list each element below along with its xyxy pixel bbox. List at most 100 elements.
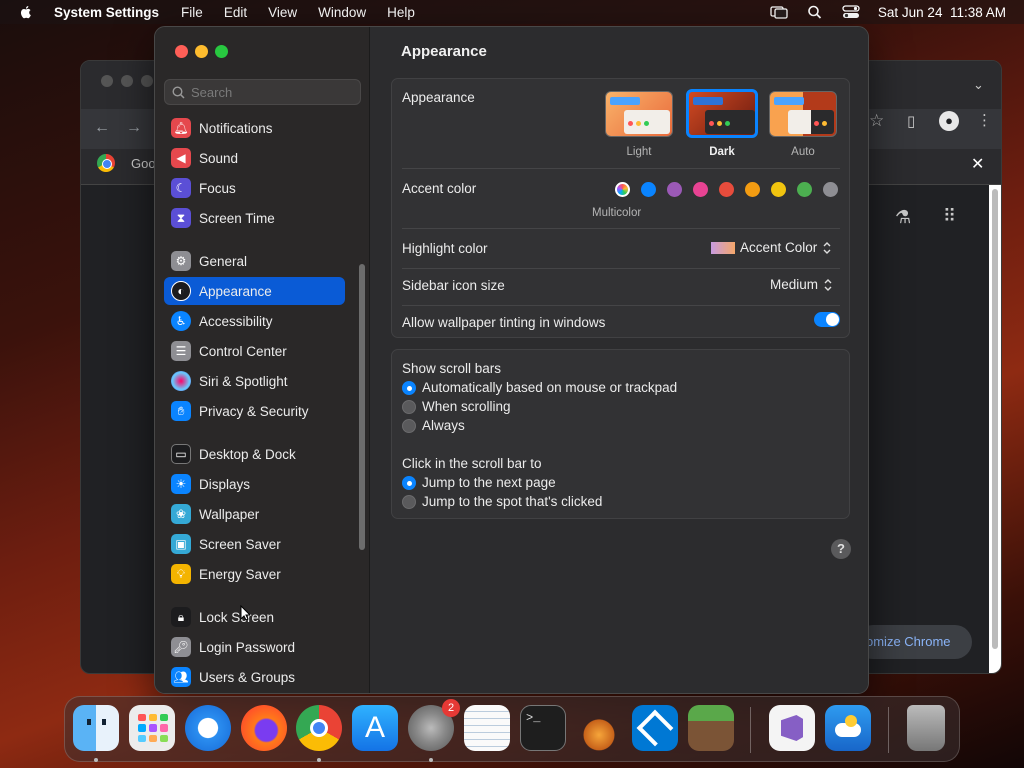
sidebar-icon-size-popup[interactable]: Medium (770, 277, 833, 292)
help-button[interactable]: ? (831, 539, 851, 559)
appearance-dark-option[interactable] (686, 89, 758, 138)
search-field[interactable] (164, 79, 361, 105)
chrome-close-button[interactable] (101, 75, 113, 87)
radio-scroll-when-scrolling-label[interactable]: When scrolling (422, 399, 511, 414)
appearance-group: Appearance Light Dark Auto Accent color … (391, 78, 850, 338)
minimize-button[interactable] (195, 45, 208, 58)
accent-orange-swatch[interactable] (745, 182, 760, 197)
radio-jump-next-page-label[interactable]: Jump to the next page (422, 475, 556, 490)
sidebar-item-sound[interactable]: ◀︎ Sound (164, 144, 345, 172)
radio-scroll-automatic-label[interactable]: Automatically based on mouse or trackpad (422, 380, 677, 395)
firefox-icon[interactable] (241, 705, 287, 751)
radio-scroll-when-scrolling[interactable] (402, 400, 416, 414)
apple-icon[interactable] (18, 4, 34, 20)
menubar-datetime[interactable]: Sat Jun 24 11:38 AM (878, 5, 1006, 20)
system-settings-icon[interactable]: 2 (408, 699, 460, 751)
accent-pink-swatch[interactable] (693, 182, 708, 197)
chrome-zoom-button[interactable] (141, 75, 153, 87)
radio-jump-spot-clicked-label[interactable]: Jump to the spot that's clicked (422, 494, 602, 509)
profile-icon[interactable]: ● (939, 111, 959, 131)
trash-icon[interactable] (907, 705, 945, 751)
side-panel-icon[interactable]: ▯ (907, 112, 915, 130)
menu-file[interactable]: File (181, 5, 203, 20)
app-store-icon[interactable]: A (352, 705, 398, 751)
weather-icon[interactable] (825, 705, 871, 751)
radio-jump-spot-clicked[interactable] (402, 495, 416, 509)
sidebar-item-users-groups[interactable]: 👥︎ Users & Groups (164, 663, 345, 691)
menu-window[interactable]: Window (318, 5, 366, 20)
wallpaper-tinting-toggle[interactable] (814, 312, 840, 327)
radio-scroll-automatic[interactable] (402, 381, 416, 395)
chrome-scroll-thumb[interactable] (992, 189, 998, 649)
forward-arrow-icon[interactable]: → (126, 119, 142, 137)
running-indicator (94, 758, 98, 762)
flask-icon[interactable]: ⚗ (895, 207, 911, 228)
menu-help[interactable]: Help (387, 5, 415, 20)
textedit-icon[interactable] (464, 705, 510, 751)
visual-studio-icon[interactable] (769, 705, 815, 751)
sidebar-scrollbar[interactable] (359, 264, 365, 550)
dock: A 2 >_ (64, 696, 960, 762)
radio-jump-next-page[interactable] (402, 476, 416, 490)
sidebar-item-control-center[interactable]: ☰ Control Center (164, 337, 345, 365)
chrome-tab-title[interactable]: Goo (131, 156, 156, 171)
sidebar-item-privacy-security[interactable]: ✋︎ Privacy & Security (164, 397, 345, 425)
accent-graphite-swatch[interactable] (823, 182, 838, 197)
safari-icon[interactable] (185, 705, 231, 751)
sidebar-item-label: Energy Saver (199, 566, 281, 582)
vscode-icon[interactable] (632, 705, 678, 751)
search-icon[interactable] (806, 5, 824, 19)
chrome-scrollbar[interactable] (989, 185, 1001, 673)
search-input[interactable] (191, 84, 351, 100)
star-icon[interactable]: ☆ (869, 111, 884, 131)
launchpad-icon[interactable] (129, 705, 175, 751)
screen-mirroring-icon[interactable] (770, 5, 788, 19)
sidebar-item-login-password[interactable]: 🔑︎ Login Password (164, 633, 345, 661)
sidebar-item-energy-saver[interactable]: 💡︎ Energy Saver (164, 560, 345, 588)
menu-view[interactable]: View (268, 5, 297, 20)
sidebar-item-notifications[interactable]: 🔔︎ Notifications (164, 114, 345, 142)
sidebar-item-wallpaper[interactable]: ❀ Wallpaper (164, 500, 345, 528)
radio-scroll-always[interactable] (402, 419, 416, 433)
sidebar-item-displays[interactable]: ☀︎ Displays (164, 470, 345, 498)
appearance-light-option[interactable] (605, 91, 673, 137)
chevron-down-icon[interactable]: ⌄ (973, 77, 984, 93)
accent-red-swatch[interactable] (719, 182, 734, 197)
accent-multicolor-swatch[interactable] (615, 182, 630, 197)
more-menu-icon[interactable]: ⋮ (977, 111, 992, 129)
control-center-icon[interactable] (842, 5, 860, 19)
sidebar-item-general[interactable]: ⚙︎ General (164, 247, 345, 275)
close-button[interactable] (175, 45, 188, 58)
close-icon[interactable]: ✕ (971, 154, 984, 174)
sidebar-item-screen-time[interactable]: ⧗ Screen Time (164, 204, 345, 232)
chrome-icon[interactable] (296, 705, 342, 751)
accent-selected-label: Multicolor (592, 207, 642, 219)
menu-edit[interactable]: Edit (224, 5, 247, 20)
finder-icon[interactable] (73, 705, 119, 751)
garageband-icon[interactable] (576, 705, 622, 751)
menu-app-name[interactable]: System Settings (54, 5, 159, 20)
accent-blue-swatch[interactable] (641, 182, 656, 197)
zoom-button[interactable] (215, 45, 228, 58)
sidebar-item-appearance[interactable]: ◐ Appearance (164, 277, 345, 305)
accent-green-swatch[interactable] (797, 182, 812, 197)
accent-yellow-swatch[interactable] (771, 182, 786, 197)
sidebar-item-accessibility[interactable]: ♿︎ Accessibility (164, 307, 345, 335)
sidebar-item-siri-spotlight[interactable]: Siri & Spotlight (164, 367, 345, 395)
chrome-minimize-button[interactable] (121, 75, 133, 87)
sidebar-item-label: General (199, 253, 248, 269)
sidebar-item-lock-screen[interactable]: 🔒︎ Lock Screen (164, 603, 345, 631)
sidebar-item-screen-saver[interactable]: ▣ Screen Saver (164, 530, 345, 558)
accent-purple-swatch[interactable] (667, 182, 682, 197)
sidebar-item-focus[interactable]: ☾ Focus (164, 174, 345, 202)
appearance-auto-option[interactable] (769, 91, 837, 137)
sidebar-item-desktop-dock[interactable]: ▭ Desktop & Dock (164, 440, 345, 468)
terminal-icon[interactable]: >_ (520, 705, 566, 751)
highlight-color-popup[interactable]: Accent Color (711, 240, 832, 255)
radio-scroll-always-label[interactable]: Always (422, 418, 465, 433)
minecraft-icon[interactable] (688, 705, 734, 751)
chevron-updown-icon (823, 241, 831, 254)
customize-chrome-button[interactable]: omize Chrome (856, 625, 972, 659)
apps-grid-icon[interactable]: ⠿ (943, 206, 956, 227)
back-arrow-icon[interactable]: ← (94, 119, 110, 137)
